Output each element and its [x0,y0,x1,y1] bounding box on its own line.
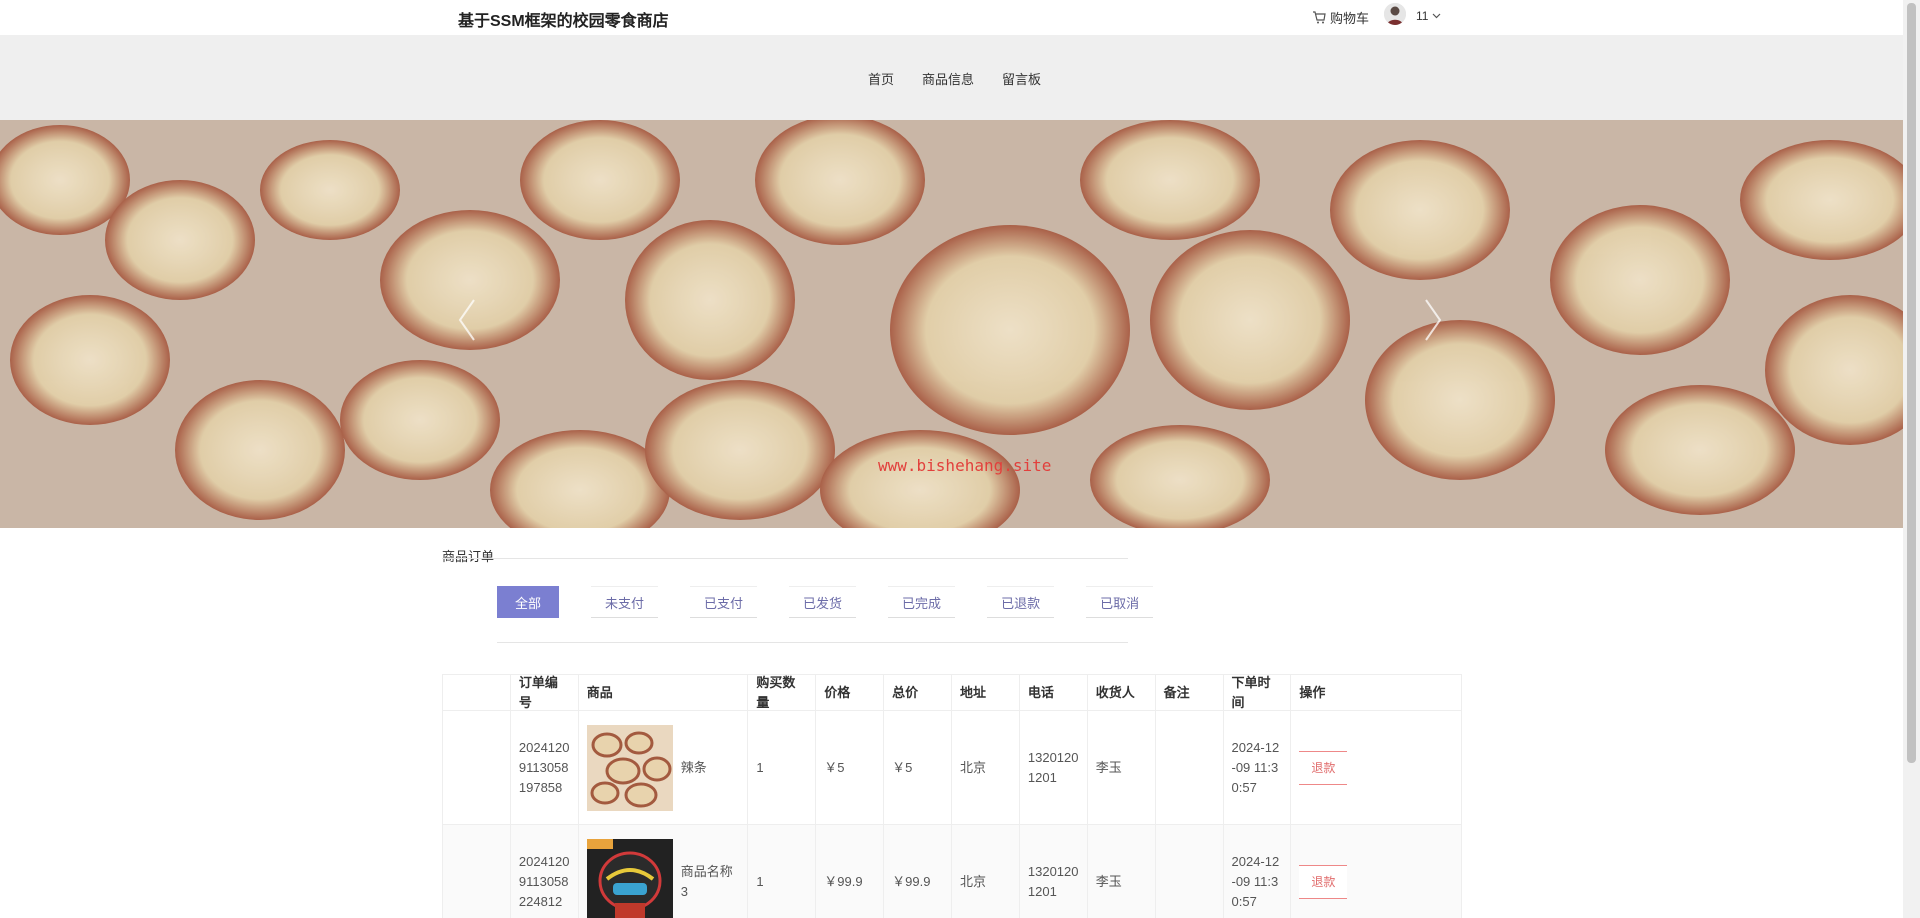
chevron-down-icon [1433,13,1441,19]
table-row: 20241209113058197858 辣条 1 ￥5 ￥5 北京 13201… [443,711,1461,825]
tab-unpaid[interactable]: 未支付 [591,586,659,618]
column-header-product: 商品 [579,675,749,710]
cart-label: 购物车 [1330,11,1370,26]
orders-section-title: 商品订单 [442,549,495,564]
cart-icon [1313,11,1326,24]
user-avatar-icon [1384,3,1406,25]
tab-cancelled[interactable]: 已取消 [1086,586,1154,618]
banner-carousel[interactable]: www.bishehang.site [0,120,1903,528]
address: 北京 [952,825,1020,918]
banner-next-arrow-icon[interactable] [1418,295,1448,345]
table-header-row: 订单编号 商品 购买数量 价格 总价 地址 电话 收货人 备注 下单时间 操作 [443,675,1461,711]
section-divider [442,558,1128,559]
column-header-quantity: 购买数量 [748,675,817,710]
column-header-action: 操作 [1299,684,1326,700]
vertical-scrollbar[interactable] [1903,0,1920,918]
site-title[interactable]: 基于SSM框架的校园零食商店 [458,7,669,31]
nav-item-products[interactable]: 商品信息 [922,69,974,88]
tab-shipped[interactable]: 已发货 [789,586,857,618]
tab-paid[interactable]: 已支付 [690,586,758,618]
column-header [443,675,511,710]
scrollbar-thumb[interactable] [1907,3,1916,763]
total: ￥99.9 [884,825,952,918]
table-row: 20241209113058224812 商品名称3 1 ￥99.9 ￥99.9… [443,825,1461,918]
quantity: 1 [748,825,817,918]
column-header-address: 地址 [952,675,1020,710]
order-no: 20241209113058197858 [511,711,579,824]
tab-completed[interactable]: 已完成 [888,586,956,618]
column-header-receiver: 收货人 [1088,675,1156,710]
total: ￥5 [884,711,952,824]
nav-item-home[interactable]: 首页 [868,69,894,88]
username: 11 [1416,9,1429,23]
note [1156,825,1224,918]
user-menu[interactable]: 11 [1416,9,1441,23]
receiver: 李玉 [1088,825,1156,918]
product-thumbnail [586,724,673,811]
column-header-note: 备注 [1156,675,1224,710]
order-time: 2024-12-09 11:30:57 [1224,825,1292,918]
action-cell: 退款 [1291,825,1461,918]
product-cell[interactable]: 辣条 [579,711,749,824]
cart-link[interactable]: 购物车 [1312,8,1369,27]
top-bar: 基于SSM框架的校园零食商店 购物车 11 [0,0,1903,35]
banner-prev-arrow-icon[interactable] [452,295,482,345]
main-nav: 首页 商品信息 留言板 [0,35,1903,120]
price: ￥99.9 [816,825,885,918]
note [1156,711,1224,824]
order-time: 2024-12-09 11:30:57 [1224,711,1292,824]
column-header-total: 总价 [884,675,952,710]
order-status-tabs: 全部 未支付 已支付 已发货 已完成 已退款 已取消 [497,586,1185,618]
tab-refunded[interactable]: 已退款 [987,586,1055,618]
refund-button[interactable]: 退款 [1299,750,1348,785]
action-cell: 退款 [1291,711,1461,824]
order-no: 20241209113058224812 [511,825,579,918]
row-selector-cell [443,825,511,918]
orders-table: 订单编号 商品 购买数量 价格 总价 地址 电话 收货人 备注 下单时间 操作 … [442,674,1462,918]
column-header-price: 价格 [816,675,885,710]
tab-all[interactable]: 全部 [497,586,559,618]
phone: 13201201201 [1020,825,1088,918]
avatar[interactable] [1384,3,1406,25]
address: 北京 [952,711,1020,824]
phone: 13201201201 [1020,711,1088,824]
product-name: 辣条 [680,759,707,775]
price: ￥5 [816,711,885,824]
refund-button[interactable]: 退款 [1299,864,1348,899]
product-cell[interactable]: 商品名称3 [579,825,749,918]
column-header-order-time: 下单时间 [1224,675,1292,710]
column-header-phone: 电话 [1020,675,1088,710]
column-header-order-no: 订单编号 [511,675,579,710]
tabs-divider [497,642,1128,643]
product-name: 商品名称3 [680,863,733,899]
banner-watermark: www.bishehang.site [878,456,1052,475]
row-selector-cell [443,711,511,824]
nav-item-message-board[interactable]: 留言板 [1002,69,1041,88]
quantity: 1 [748,711,817,824]
receiver: 李玉 [1088,711,1156,824]
product-thumbnail [586,838,673,918]
